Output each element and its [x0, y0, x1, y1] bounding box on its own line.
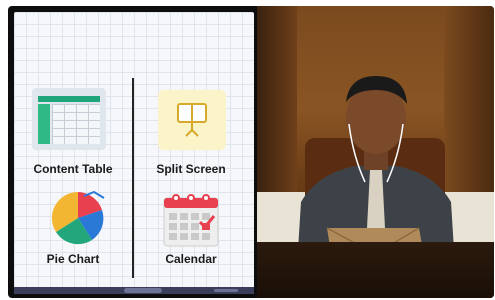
- pie-chart-icon[interactable]: [48, 188, 108, 248]
- desk: [257, 242, 494, 298]
- drag-handle[interactable]: [124, 288, 162, 293]
- split-screen-label: Split Screen: [156, 162, 226, 176]
- split-screen-icon[interactable]: [158, 90, 226, 150]
- toolbar-dots: [214, 289, 238, 292]
- presenter-photo: [257, 6, 494, 298]
- board-toolbar: [14, 287, 254, 294]
- content-table-icon[interactable]: [32, 88, 106, 150]
- whiteboard-panel: Content Table Split Screen Pie Chart Cal…: [14, 12, 254, 294]
- calendar-label: Calendar: [165, 252, 217, 266]
- video-frame: Content Table Split Screen Pie Chart Cal…: [8, 6, 494, 298]
- calendar-icon[interactable]: [160, 190, 222, 248]
- pie-chart-label: Pie Chart: [46, 252, 100, 266]
- divider-line: [132, 78, 134, 278]
- content-table-label: Content Table: [33, 162, 113, 176]
